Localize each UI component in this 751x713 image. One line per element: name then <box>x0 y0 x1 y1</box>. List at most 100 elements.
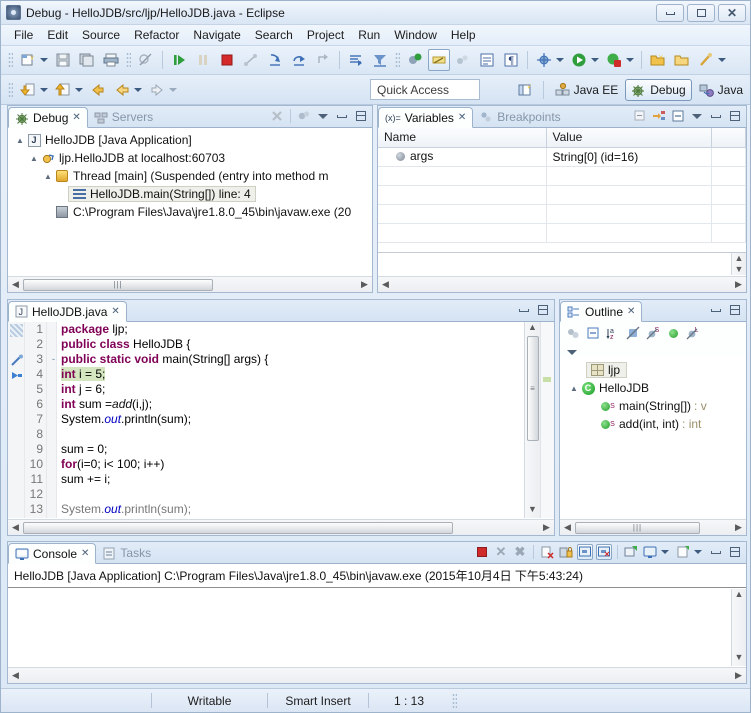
pilcrow-icon[interactable]: ¶ <box>500 49 522 71</box>
tab-servers[interactable]: Servers <box>88 106 159 127</box>
menu-edit[interactable]: Edit <box>40 26 75 44</box>
tree-row[interactable]: ▲ ljp.HelloJDB at localhost:60703 <box>8 149 372 167</box>
resume-icon[interactable] <box>168 49 190 71</box>
editor-text-area[interactable]: package ljp; public class HelloJDB { pub… <box>57 322 524 518</box>
scroll-up-icon[interactable]: ▲ <box>735 253 744 264</box>
variables-view-hscrollbar[interactable]: ◀ ▶ <box>378 276 746 292</box>
menu-project[interactable]: Project <box>300 26 351 44</box>
debug-last-launched-icon[interactable] <box>404 49 426 71</box>
remove-all-terminated-icon[interactable]: ✖ <box>512 544 528 560</box>
perspective-java[interactable]: Java <box>694 79 748 101</box>
expand-arrow-icon[interactable]: ▲ <box>42 172 54 181</box>
run-as-icon[interactable] <box>568 49 590 71</box>
menu-window[interactable]: Window <box>387 26 444 44</box>
fold-collapse-marker[interactable]: - <box>47 352 56 367</box>
toolbar-grip-2[interactable] <box>126 52 131 68</box>
export-icon[interactable] <box>52 79 74 101</box>
new-wizard-dropdown-icon[interactable] <box>40 58 48 62</box>
scroll-right-icon[interactable]: ▶ <box>357 279 372 290</box>
minimize-icon[interactable] <box>708 108 724 124</box>
remove-all-terminated-icon[interactable] <box>269 108 285 124</box>
console-output-area[interactable]: ▲ ▼ <box>8 589 746 666</box>
expand-arrow-icon[interactable]: ▲ <box>28 154 40 163</box>
tab-console[interactable]: Console ✕ <box>8 543 97 564</box>
editor-folding-ruler[interactable]: - <box>47 322 57 518</box>
menu-file[interactable]: File <box>7 26 40 44</box>
hide-non-public-icon[interactable] <box>665 325 681 341</box>
step-over-icon[interactable] <box>288 49 310 71</box>
breakpoint-disabled-icon[interactable] <box>10 354 23 370</box>
tab-hellojdb-close-icon[interactable]: ✕ <box>111 306 119 317</box>
perspective-debug[interactable]: Debug <box>625 79 692 101</box>
code-line[interactable]: package ljp; <box>57 322 524 337</box>
tab-variables[interactable]: (x)= Variables ✕ <box>378 107 474 128</box>
display-console-dropdown-icon[interactable] <box>661 550 669 554</box>
sort-alpha-icon[interactable]: az <box>605 325 621 341</box>
code-line[interactable]: for(i=0; i< 100; i++) <box>57 457 524 472</box>
maximize-icon[interactable] <box>727 544 743 560</box>
outline-hscroll-thumb[interactable]: ||| <box>575 521 700 534</box>
tab-outline[interactable]: Outline ✕ <box>560 301 643 322</box>
scroll-right-icon[interactable]: ▶ <box>731 279 746 290</box>
code-line[interactable]: sum = 0; <box>57 442 524 457</box>
menu-refactor[interactable]: Refactor <box>127 26 186 44</box>
code-line[interactable]: int sum =add(i,j); <box>57 397 524 412</box>
link-with-editor-icon[interactable] <box>452 49 474 71</box>
drop-to-frame-icon[interactable] <box>345 49 367 71</box>
editor-hscroll-thumb[interactable] <box>23 521 453 534</box>
close-button[interactable]: ✕ <box>718 4 746 22</box>
disconnect-icon[interactable] <box>240 49 262 71</box>
maximize-icon[interactable] <box>535 302 551 318</box>
scroll-up-icon[interactable]: ▲ <box>528 322 537 336</box>
maximize-icon[interactable] <box>727 108 743 124</box>
debug-as-icon[interactable] <box>533 49 555 71</box>
tree-row[interactable]: HelloJDB.main(String[]) line: 4 <box>8 185 372 203</box>
tab-outline-close-icon[interactable]: ✕ <box>627 306 635 317</box>
clear-console-icon[interactable] <box>539 544 555 560</box>
open-console-icon[interactable] <box>675 544 691 560</box>
variables-detail-pane[interactable]: ▲ ▼ <box>378 252 746 275</box>
step-into-icon[interactable] <box>264 49 286 71</box>
code-line[interactable]: System.out.println(sum); <box>57 412 524 427</box>
import-icon[interactable] <box>17 79 39 101</box>
search-icon[interactable] <box>695 49 717 71</box>
remove-launch-icon[interactable]: ✕ <box>493 544 509 560</box>
debug-view-filter-icon[interactable] <box>296 108 312 124</box>
code-line[interactable]: System.out.println(sum); <box>57 502 524 517</box>
variables-detail-vscrollbar[interactable]: ▲ ▼ <box>731 253 746 275</box>
outline-hscrollbar[interactable]: ◀ ||| ▶ <box>560 519 746 535</box>
tab-debug-close-icon[interactable]: ✕ <box>72 112 80 123</box>
show-whitespace-icon[interactable] <box>476 49 498 71</box>
selected-outline-node[interactable]: ljp <box>586 362 628 378</box>
maximize-icon[interactable] <box>353 108 369 124</box>
search-dropdown-icon[interactable] <box>718 58 726 62</box>
expand-arrow-icon[interactable]: ▲ <box>568 384 580 393</box>
tree-row[interactable]: ▲ Thread [main] (Suspended (entry into m… <box>8 167 372 185</box>
editor-overview-ruler[interactable] <box>540 322 554 518</box>
coverage-as-dropdown-icon[interactable] <box>626 58 634 62</box>
toolbar-grip[interactable] <box>8 52 13 68</box>
back-dropdown-icon[interactable] <box>134 87 142 92</box>
show-console-on-error-icon[interactable] <box>596 544 612 560</box>
view-menu-icon[interactable] <box>315 108 331 124</box>
scroll-left-icon[interactable]: ◀ <box>560 522 575 533</box>
import-dropdown-icon[interactable] <box>40 87 48 92</box>
editor-vscrollbar[interactable]: ▲ ≡ ▼ <box>524 322 540 518</box>
print-icon[interactable] <box>100 49 122 71</box>
column-header-value[interactable]: Value <box>546 128 712 148</box>
scroll-lock-icon[interactable] <box>558 544 574 560</box>
expand-arrow-icon[interactable]: ▲ <box>14 136 26 145</box>
console-vscrollbar[interactable]: ▲ ▼ <box>731 589 746 666</box>
scroll-left-icon[interactable]: ◀ <box>378 279 393 290</box>
tab-breakpoints[interactable]: Breakpoints <box>473 106 566 127</box>
forward-icon[interactable] <box>146 79 168 101</box>
tree-row[interactable]: ▲ J HelloJDB [Java Application] <box>8 131 372 149</box>
minimize-icon[interactable] <box>708 302 724 318</box>
use-step-filters-icon[interactable] <box>369 49 391 71</box>
code-line[interactable]: sum += i; <box>57 472 524 487</box>
forward-dropdown-icon[interactable] <box>169 87 177 92</box>
new-wizard-icon[interactable] <box>17 49 39 71</box>
tree-row[interactable]: S add(int, int) : int <box>560 415 746 433</box>
tab-console-close-icon[interactable]: ✕ <box>81 548 89 559</box>
table-row[interactable]: args String[0] (id=16) <box>378 147 746 167</box>
